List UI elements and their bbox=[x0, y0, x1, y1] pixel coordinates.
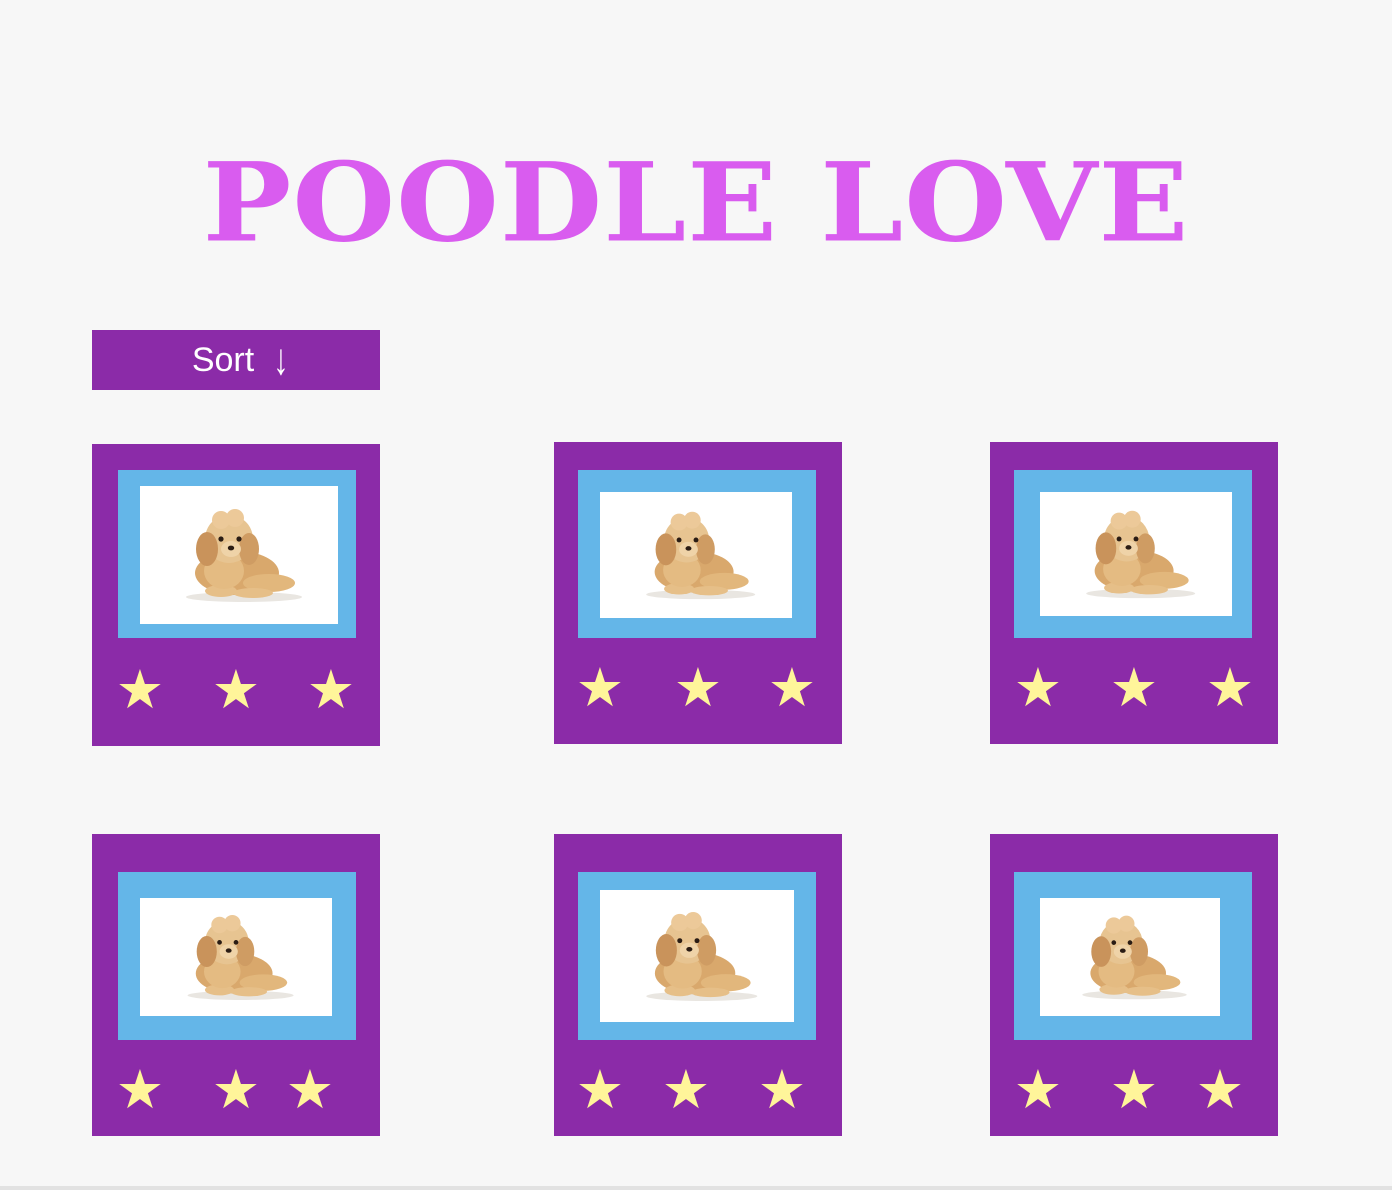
sort-button[interactable]: Sort ↓ bbox=[92, 330, 380, 390]
poodle-puppy-photo bbox=[1040, 898, 1220, 1016]
page-title: POODLE LOVE bbox=[202, 138, 1190, 267]
star-icon: ★ bbox=[673, 656, 723, 719]
poodle-card[interactable]: ★ ★ ★ bbox=[92, 834, 380, 1136]
photo-frame bbox=[578, 872, 816, 1040]
poodle-puppy-photo bbox=[600, 492, 792, 618]
star-icon: ★ bbox=[661, 1058, 711, 1121]
star-rating: ★ ★ ★ bbox=[990, 658, 1278, 718]
star-rating: ★ ★ ★ bbox=[92, 1060, 380, 1120]
star-icon: ★ bbox=[285, 1058, 335, 1121]
poodle-card[interactable]: ★ ★ ★ bbox=[92, 444, 380, 746]
star-icon: ★ bbox=[1013, 1058, 1063, 1121]
bottom-divider bbox=[0, 1186, 1392, 1190]
photo-frame bbox=[1014, 872, 1252, 1040]
poodle-card[interactable]: ★ ★ ★ bbox=[990, 834, 1278, 1136]
star-icon: ★ bbox=[767, 656, 817, 719]
star-icon: ★ bbox=[306, 658, 356, 721]
star-icon: ★ bbox=[1205, 656, 1255, 719]
star-rating: ★ ★ ★ bbox=[554, 658, 842, 718]
poodle-puppy-photo bbox=[600, 890, 794, 1022]
photo-frame bbox=[578, 470, 816, 638]
star-rating: ★ ★ ★ bbox=[554, 1060, 842, 1120]
star-icon: ★ bbox=[1109, 1058, 1159, 1121]
star-icon: ★ bbox=[575, 1058, 625, 1121]
star-rating: ★ ★ ★ bbox=[92, 660, 380, 720]
star-icon: ★ bbox=[211, 658, 261, 721]
star-icon: ★ bbox=[1109, 656, 1159, 719]
arrow-down-icon: ↓ bbox=[273, 335, 289, 384]
poodle-puppy-photo bbox=[140, 898, 332, 1016]
sort-button-label: Sort bbox=[191, 340, 255, 379]
star-rating: ★ ★ ★ bbox=[990, 1060, 1278, 1120]
star-icon: ★ bbox=[757, 1058, 807, 1121]
star-icon: ★ bbox=[115, 658, 165, 721]
photo-frame bbox=[118, 872, 356, 1040]
poodle-puppy-photo bbox=[1040, 492, 1232, 616]
poodle-card[interactable]: ★ ★ ★ bbox=[554, 834, 842, 1136]
star-icon: ★ bbox=[211, 1058, 261, 1121]
star-icon: ★ bbox=[575, 656, 625, 719]
photo-frame bbox=[118, 470, 356, 638]
star-icon: ★ bbox=[1013, 656, 1063, 719]
star-icon: ★ bbox=[1195, 1058, 1245, 1121]
poodle-card[interactable]: ★ ★ ★ bbox=[554, 442, 842, 744]
star-icon: ★ bbox=[115, 1058, 165, 1121]
photo-frame bbox=[1014, 470, 1252, 638]
poodle-card[interactable]: ★ ★ ★ bbox=[990, 442, 1278, 744]
poodle-puppy-photo bbox=[140, 486, 338, 624]
